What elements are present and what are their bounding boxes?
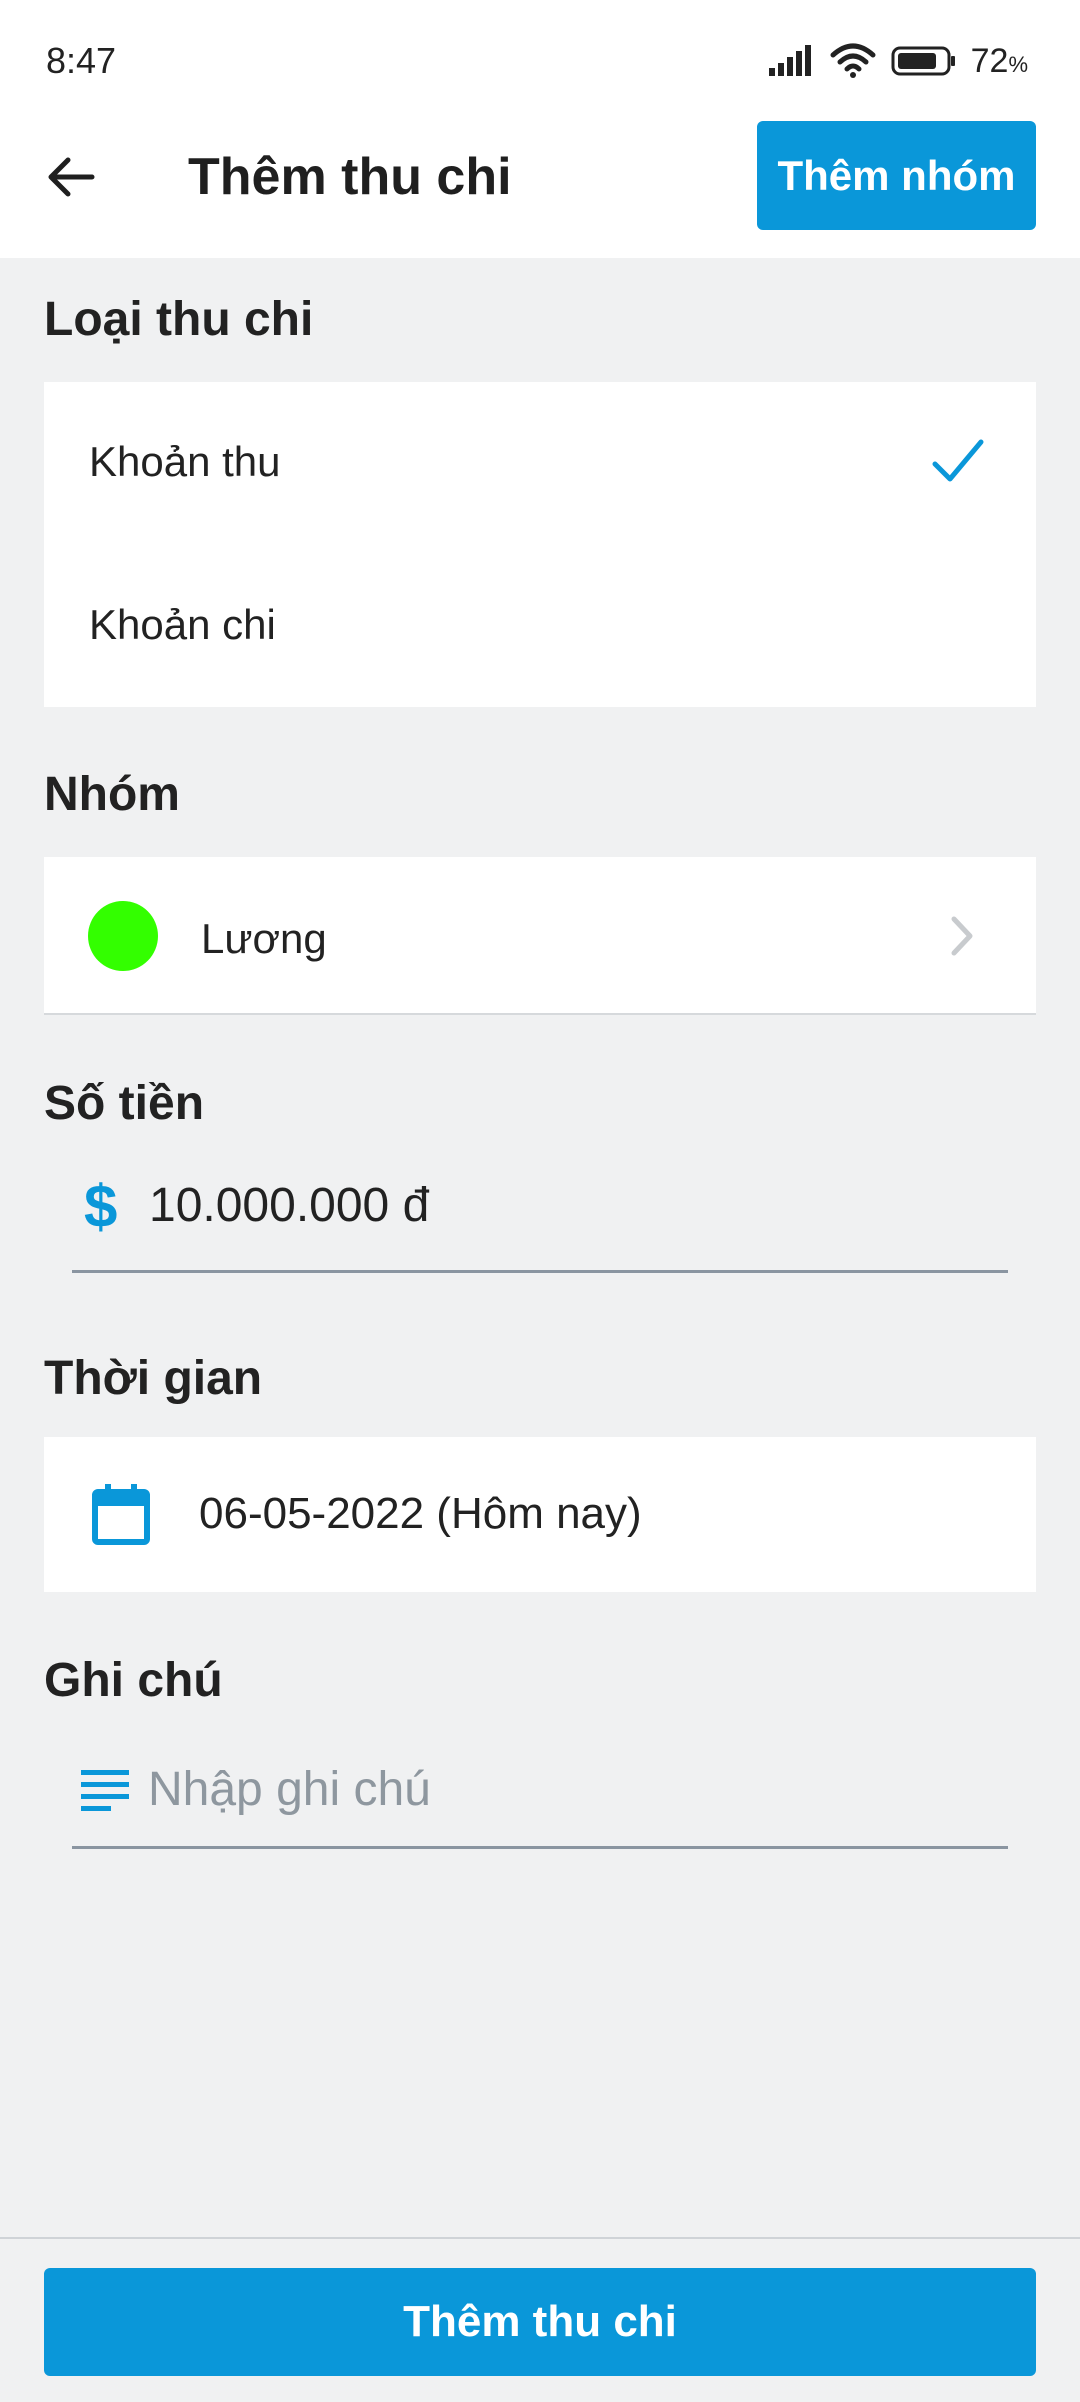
- back-button[interactable]: [36, 142, 106, 212]
- signal-icon: [768, 45, 811, 76]
- battery-percent: 72: [970, 41, 1009, 80]
- arrow-left-icon: [48, 157, 95, 197]
- date-value: 06-05-2022 (Hôm nay): [199, 1489, 642, 1538]
- battery-icon: [891, 46, 955, 76]
- dollar-icon: $: [84, 1173, 118, 1240]
- time-label: Thời gian: [44, 1352, 263, 1405]
- amount-value: 10.000.000 đ: [149, 1179, 430, 1232]
- option-expense[interactable]: Khoản chi: [44, 545, 1036, 705]
- status-bar: 8:47 72%: [0, 0, 1080, 120]
- notes-icon: [81, 1770, 129, 1811]
- date-picker[interactable]: 06-05-2022 (Hôm nay): [44, 1437, 1036, 1592]
- battery-level: 72%: [971, 42, 1028, 81]
- option-income-label: Khoản thu: [89, 438, 281, 485]
- chevron-right-icon: [951, 916, 973, 956]
- bottom-bar: Thêm thu chi: [0, 2237, 1080, 2402]
- transaction-type-card: Khoản thu Khoản chi: [44, 382, 1036, 707]
- submit-button[interactable]: Thêm thu chi: [44, 2268, 1036, 2376]
- app-bar: Thêm thu chi Thêm nhóm: [0, 120, 1080, 258]
- transaction-type-label: Loại thu chi: [44, 293, 314, 346]
- option-income[interactable]: Khoản thu: [44, 382, 1036, 542]
- group-name: Lương: [201, 915, 327, 962]
- battery-unit: %: [1008, 51, 1028, 77]
- amount-label: Số tiền: [44, 1077, 205, 1130]
- status-icons: 72%: [767, 36, 1028, 86]
- option-expense-label: Khoản chi: [89, 601, 276, 648]
- group-selector[interactable]: Lương: [44, 857, 1036, 1015]
- note-field-row: [72, 1740, 1008, 1849]
- page-title: Thêm thu chi: [188, 148, 512, 206]
- amount-field[interactable]: $ 10.000.000 đ: [72, 1160, 1008, 1273]
- note-input[interactable]: [148, 1754, 988, 1824]
- check-icon: [932, 439, 984, 482]
- wifi-icon: [830, 43, 876, 78]
- group-color-dot: [88, 901, 158, 971]
- add-group-button[interactable]: Thêm nhóm: [757, 121, 1036, 230]
- calendar-icon: [92, 1484, 150, 1545]
- note-label: Ghi chú: [44, 1654, 223, 1707]
- status-time: 8:47: [46, 40, 117, 81]
- group-label: Nhóm: [44, 768, 180, 821]
